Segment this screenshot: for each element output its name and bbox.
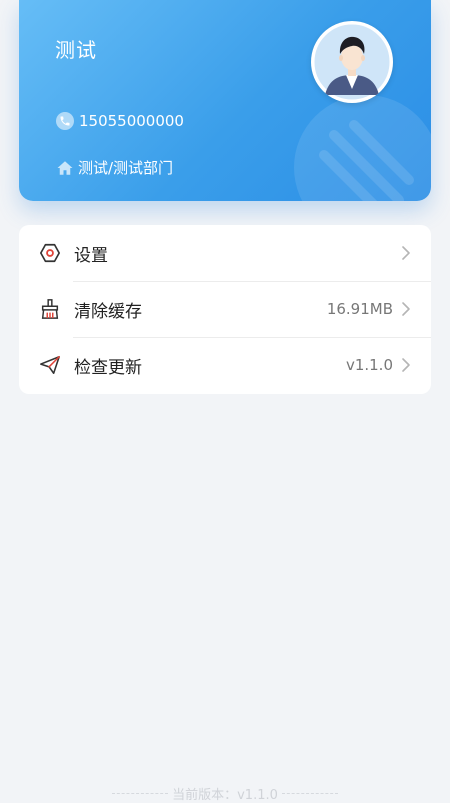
menu-item-label: 设置 <box>74 245 108 266</box>
menu-item-label: 检查更新 <box>74 357 142 378</box>
menu-card: 设置 清除缓存 16.91MB 检查更新 v1.1.0 <box>19 225 431 394</box>
version-value: v1.1.0 <box>345 356 393 374</box>
broom-icon <box>38 297 62 321</box>
menu-item-settings[interactable]: 设置 <box>19 225 431 281</box>
avatar[interactable] <box>311 21 393 103</box>
menu-item-label: 清除缓存 <box>74 301 142 322</box>
menu-item-clear-cache[interactable]: 清除缓存 16.91MB <box>19 281 431 337</box>
settings-hexagon-icon <box>38 241 62 265</box>
menu-item-check-update[interactable]: 检查更新 v1.1.0 <box>19 337 431 393</box>
decorative-circle <box>294 95 431 201</box>
chevron-right-icon <box>399 300 413 318</box>
version-label: 当前版本：v1.1.0 <box>172 788 278 803</box>
chevron-right-icon <box>399 356 413 374</box>
department-row: 测试/测试部门 <box>56 157 173 178</box>
footer-version: 当前版本：v1.1.0 <box>0 784 450 803</box>
department-name: 测试/测试部门 <box>78 159 174 177</box>
phone-number: 15055000000 <box>79 112 184 130</box>
phone-icon <box>56 112 74 130</box>
phone-row: 15055000000 <box>56 112 184 130</box>
profile-card: 测试 15055000000 测试/测试部门 <box>19 0 431 201</box>
chevron-right-icon <box>399 244 413 262</box>
paper-plane-icon <box>38 353 62 377</box>
divider-line <box>281 793 338 794</box>
home-icon <box>56 159 74 177</box>
user-name: 测试 <box>55 38 97 62</box>
divider-line <box>112 793 169 794</box>
cache-size-value: 16.91MB <box>326 300 393 318</box>
